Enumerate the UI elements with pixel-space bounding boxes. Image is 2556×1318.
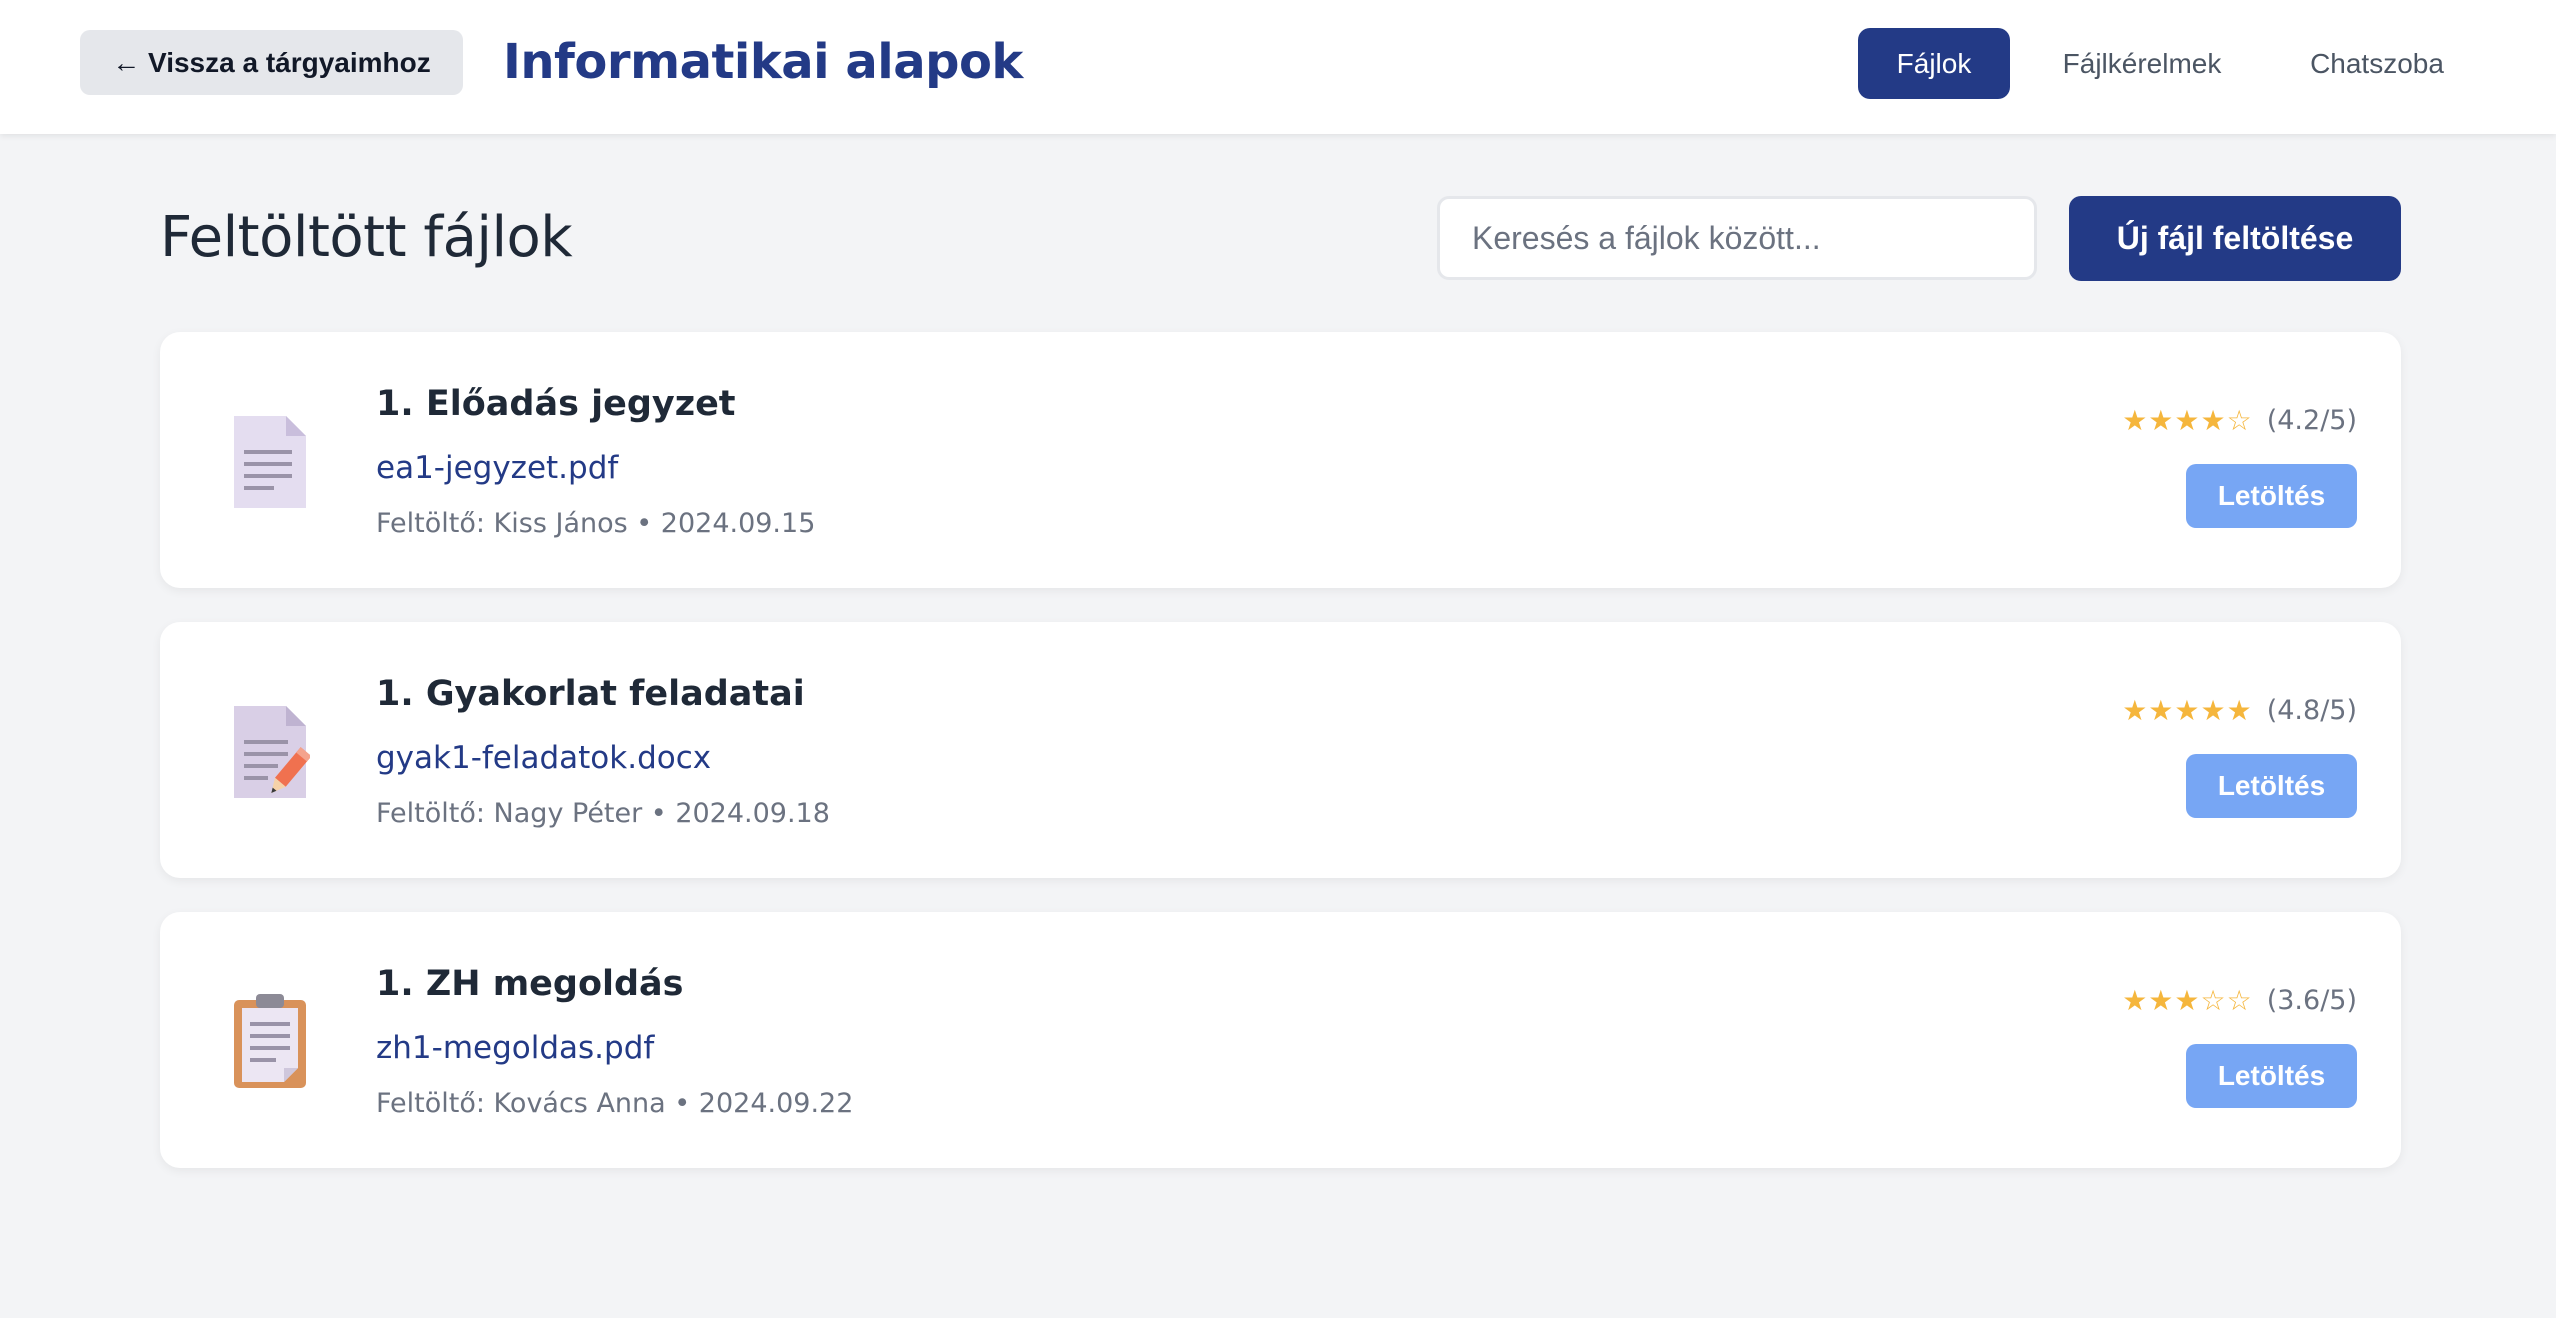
upload-file-button[interactable]: Új fájl feltöltése: [2069, 196, 2401, 281]
download-button[interactable]: Letöltés: [2186, 464, 2357, 528]
tab-chatroom[interactable]: Chatszoba: [2284, 28, 2470, 99]
rating-stars: ★★★★☆: [2122, 404, 2253, 437]
back-label: ← Vissza a tárgyaimhoz: [112, 46, 431, 78]
document-icon: [234, 416, 306, 508]
rating-value: (4.2/5): [2266, 405, 2357, 436]
document-edit-icon: [234, 706, 310, 798]
file-title: 1. Előadás jegyzet: [376, 384, 736, 424]
file-name-link[interactable]: ea1-jegyzet.pdf: [376, 450, 618, 486]
file-card: 1. Előadás jegyzet ea1-jegyzet.pdf Feltö…: [160, 332, 2401, 588]
file-rating: ★★★☆☆ (3.6/5): [2122, 984, 2357, 1017]
tab-file-requests[interactable]: Fájlkérelmek: [2040, 28, 2244, 99]
download-button[interactable]: Letöltés: [2186, 1044, 2357, 1108]
file-rating: ★★★★★ (4.8/5): [2122, 694, 2357, 727]
file-title: 1. Gyakorlat feladatai: [376, 674, 805, 714]
rating-value: (4.8/5): [2266, 695, 2357, 726]
file-rating: ★★★★☆ (4.2/5): [2122, 404, 2357, 437]
file-name-link[interactable]: gyak1-feladatok.docx: [376, 740, 711, 776]
tab-files[interactable]: Fájlok: [1858, 28, 2010, 99]
rating-value: (3.6/5): [2266, 985, 2357, 1016]
back-to-subjects-button[interactable]: ← Vissza a tárgyaimhoz: [80, 30, 463, 95]
rating-stars: ★★★☆☆: [2122, 984, 2253, 1017]
file-uploader-meta: Feltöltő: Kiss János • 2024.09.15: [376, 508, 816, 539]
file-title: 1. ZH megoldás: [376, 964, 684, 1004]
file-uploader-meta: Feltöltő: Kovács Anna • 2024.09.22: [376, 1088, 854, 1119]
file-card: 1. Gyakorlat feladatai gyak1-feladatok.d…: [160, 622, 2401, 878]
file-name-link[interactable]: zh1-megoldas.pdf: [376, 1030, 654, 1066]
page-title: Feltöltött fájlok: [160, 205, 573, 270]
file-card: 1. ZH megoldás zh1-megoldas.pdf Feltöltő…: [160, 912, 2401, 1168]
course-title: Informatikai alapok: [503, 34, 1023, 90]
search-input[interactable]: [1437, 196, 2037, 280]
file-uploader-meta: Feltöltő: Nagy Péter • 2024.09.18: [376, 798, 830, 829]
clipboard-icon: [234, 994, 306, 1088]
rating-stars: ★★★★★: [2122, 694, 2253, 727]
download-button[interactable]: Letöltés: [2186, 754, 2357, 818]
top-header: ← Vissza a tárgyaimhoz Informatikai alap…: [0, 0, 2556, 134]
